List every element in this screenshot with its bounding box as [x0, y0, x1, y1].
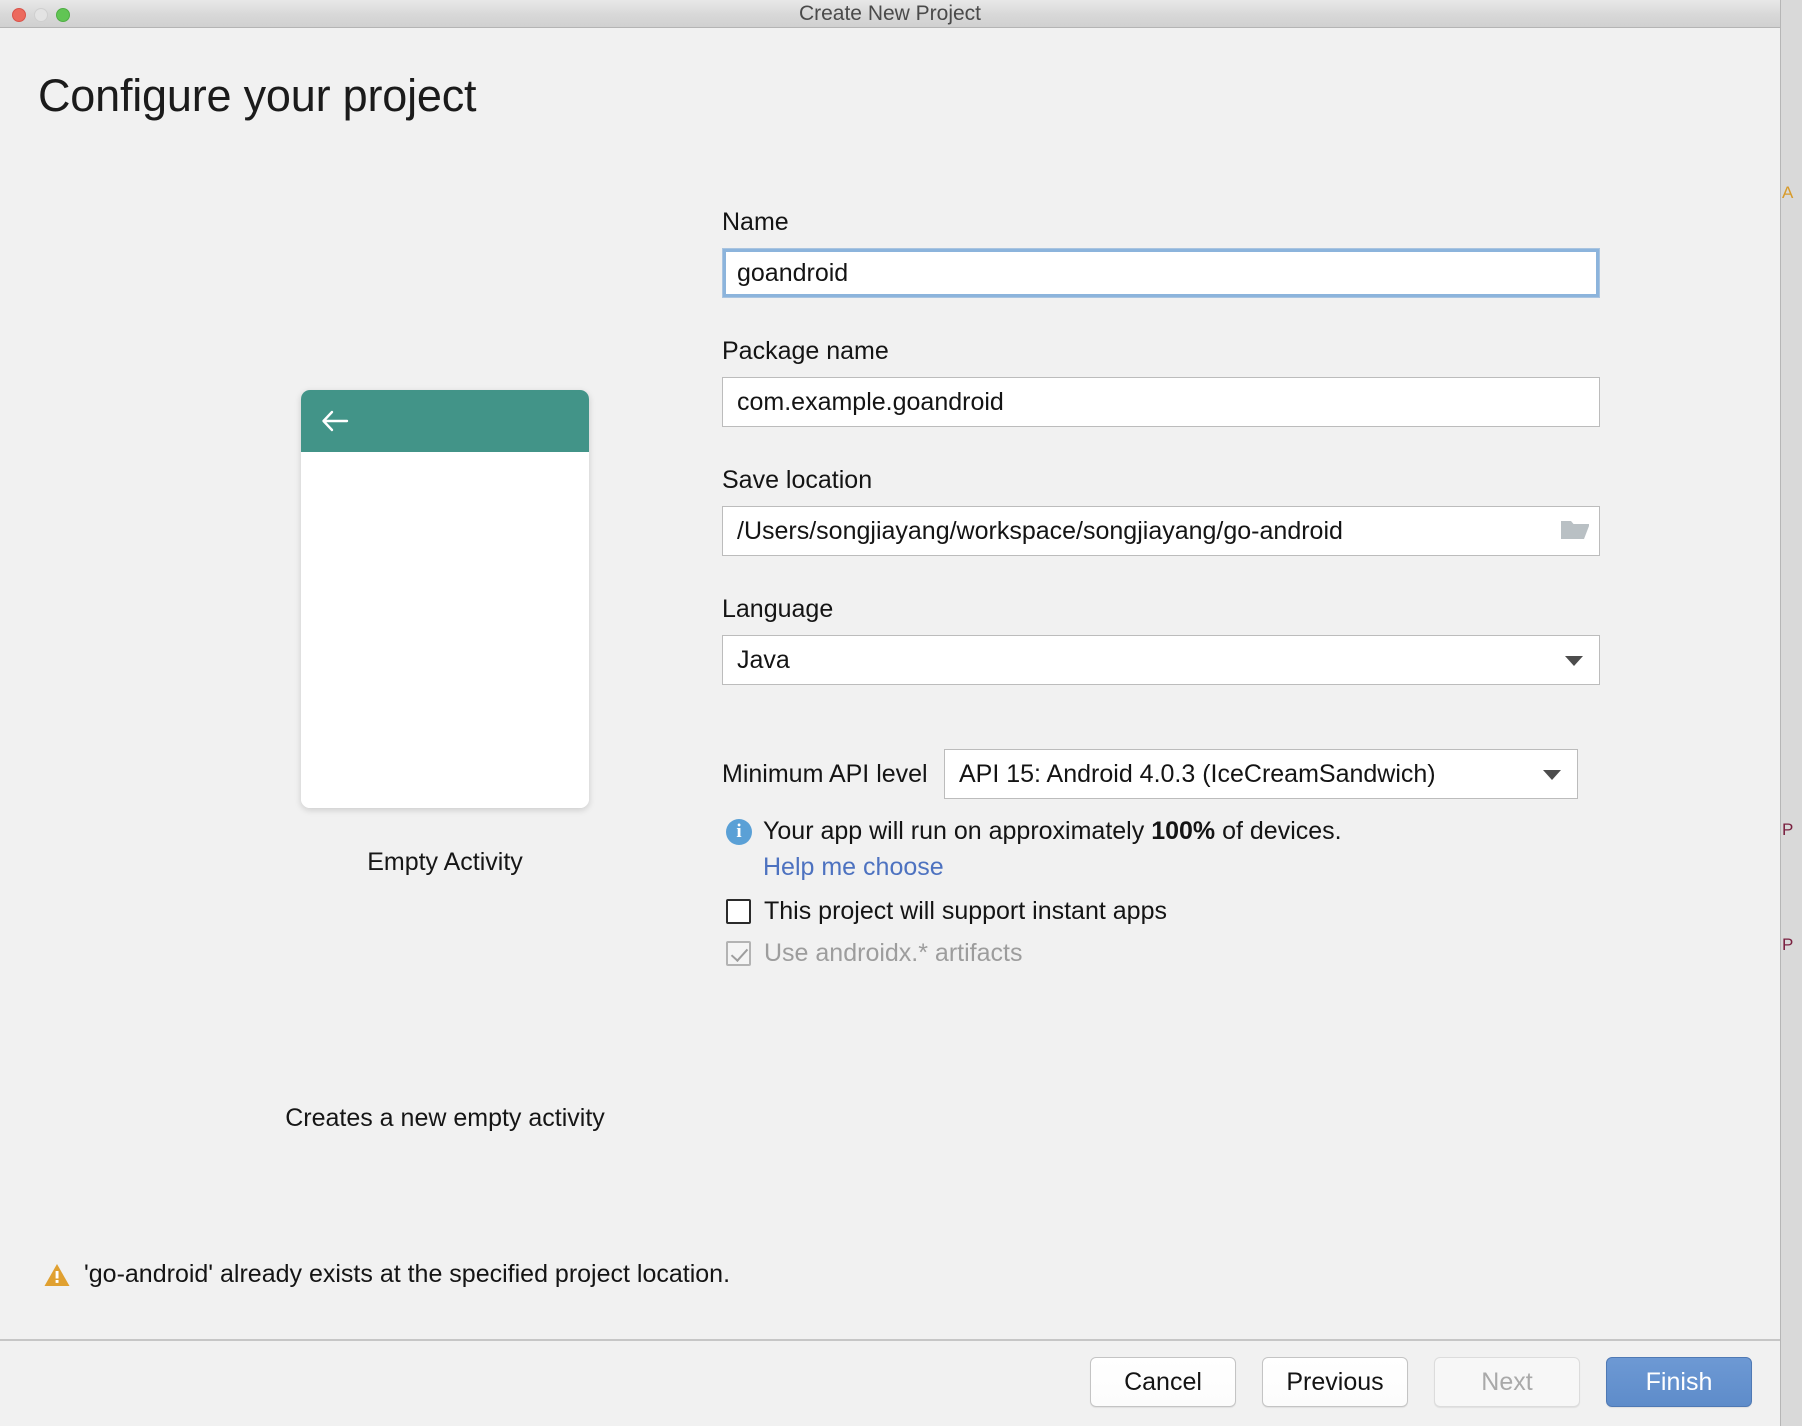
save-location-input[interactable]: /Users/songjiayang/workspace/songjiayang…: [722, 506, 1600, 556]
footer-button-group: Cancel Previous Next Finish: [1090, 1357, 1752, 1407]
warning-triangle-icon: [44, 1263, 70, 1286]
device-coverage-info: i Your app will run on approximately 100…: [726, 817, 1602, 846]
save-location-label: Save location: [722, 466, 873, 494]
traffic-light-controls: [12, 8, 70, 22]
device-coverage-suffix: of devices.: [1215, 817, 1342, 845]
androidx-checkbox: [726, 941, 751, 966]
instant-apps-checkbox[interactable]: [726, 899, 751, 924]
page-title: Configure your project: [38, 70, 477, 121]
background-fragment: A: [1782, 183, 1794, 202]
device-coverage-prefix: Your app will run on approximately: [763, 817, 1152, 845]
instant-apps-checkbox-row[interactable]: This project will support instant apps: [726, 897, 1602, 926]
min-api-label: Minimum API level: [722, 759, 928, 788]
finish-button[interactable]: Finish: [1606, 1357, 1752, 1407]
minimize-button-icon[interactable]: [34, 8, 48, 22]
device-coverage-text: Your app will run on approximately 100% …: [763, 817, 1342, 846]
template-preview: Empty Activity: [275, 390, 615, 877]
androidx-label: Use androidx.* artifacts: [764, 939, 1023, 967]
validation-warning: 'go-android' already exists at the speci…: [44, 1260, 730, 1289]
window-title: Create New Project: [798, 2, 982, 25]
background-window-sliver: A P P: [1780, 0, 1802, 1426]
name-input[interactable]: goandroid: [722, 248, 1600, 298]
window-titlebar: Create New Project: [0, 0, 1780, 28]
phone-mockup: [301, 390, 589, 808]
package-name-label: Package name: [722, 337, 889, 365]
language-select[interactable]: Java: [722, 635, 1600, 685]
language-field-block: Language Java: [722, 595, 1602, 685]
back-arrow-icon: [322, 410, 349, 432]
background-fragment: P: [1782, 820, 1794, 839]
background-fragment: P: [1782, 935, 1794, 954]
language-label: Language: [722, 595, 834, 623]
help-me-choose-link[interactable]: Help me choose: [763, 853, 944, 882]
maximize-button-icon[interactable]: [56, 8, 70, 22]
min-api-row: Minimum API level API 15: Android 4.0.3 …: [722, 749, 1602, 799]
package-name-field-block: Package name com.example.goandroid: [722, 337, 1602, 427]
create-new-project-dialog: A P P Create New Project Configure your …: [0, 0, 1802, 1426]
warning-message: 'go-android' already exists at the speci…: [84, 1260, 731, 1288]
close-button-icon[interactable]: [12, 8, 26, 22]
chevron-down-icon: [1565, 656, 1583, 666]
save-location-input-wrapper: /Users/songjiayang/workspace/songjiayang…: [722, 506, 1602, 556]
phone-appbar: [301, 390, 589, 452]
min-api-select[interactable]: API 15: Android 4.0.3 (IceCreamSandwich): [944, 749, 1578, 799]
chevron-down-icon: [1543, 770, 1561, 780]
project-config-form: Name goandroid Package name com.example.…: [722, 208, 1602, 981]
template-description: Creates a new empty activity: [285, 1104, 605, 1132]
previous-button[interactable]: Previous: [1262, 1357, 1408, 1407]
cancel-button[interactable]: Cancel: [1090, 1357, 1236, 1407]
min-api-selected-value: API 15: Android 4.0.3 (IceCreamSandwich): [959, 760, 1436, 788]
language-selected-value: Java: [737, 646, 790, 674]
save-location-field-block: Save location /Users/songjiayang/workspa…: [722, 466, 1602, 556]
device-coverage-percent: 100%: [1151, 817, 1216, 845]
folder-icon[interactable]: [1560, 518, 1590, 542]
name-field-block: Name goandroid: [722, 208, 1602, 298]
info-icon: i: [726, 818, 752, 845]
instant-apps-label: This project will support instant apps: [764, 897, 1167, 925]
dialog-footer: Cancel Previous Next Finish: [0, 1339, 1780, 1426]
template-name: Empty Activity: [367, 848, 523, 876]
phone-content-area: [301, 452, 589, 808]
dialog-body: Configure your project Empty Activity Cr…: [0, 28, 1780, 1339]
name-label: Name: [722, 208, 789, 236]
package-name-input[interactable]: com.example.goandroid: [722, 377, 1600, 427]
next-button: Next: [1434, 1357, 1580, 1407]
androidx-checkbox-row: Use androidx.* artifacts: [726, 939, 1602, 968]
